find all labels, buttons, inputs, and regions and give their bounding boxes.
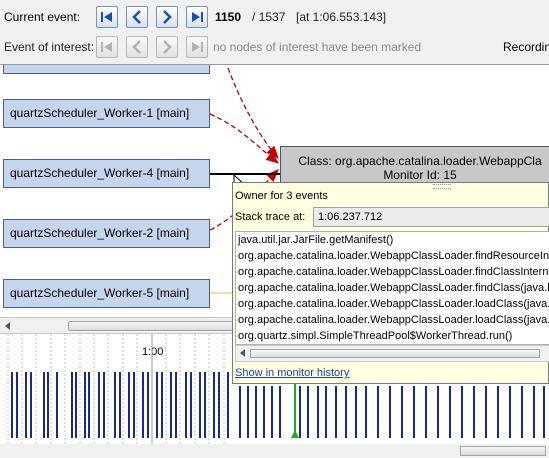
event-timestamp: [at 1:06.553.143] [296, 10, 387, 24]
stack-scroll-thumb[interactable] [250, 349, 540, 358]
scroll-left-icon[interactable] [4, 322, 12, 330]
skip-last-icon [192, 12, 203, 22]
next-icon [163, 40, 172, 54]
interest-note: no nodes of interest have been marked [213, 40, 422, 54]
next-interest-button[interactable] [156, 36, 178, 58]
timeline-scroll-thumb[interactable] [460, 446, 546, 456]
previous-icon [132, 10, 141, 24]
first-event-button[interactable] [96, 6, 118, 28]
scroll-left-icon[interactable] [239, 349, 247, 357]
wait-edge-partial [227, 67, 279, 159]
resize-grip[interactable] [433, 184, 451, 189]
stack-frame[interactable]: org.apache.catalina.loader.WebappClassLo… [236, 280, 549, 296]
stack-frame[interactable]: org.quartz.simpl.SimpleThreadPool$Worker… [236, 328, 549, 344]
current-event-index: 1150 [215, 10, 242, 24]
stack-trace-select[interactable]: 1:06.237.712 [313, 207, 549, 227]
next-icon [163, 10, 172, 24]
stack-trace-label: Stack trace at: [235, 211, 306, 223]
skip-last-icon [192, 42, 203, 52]
last-interest-button[interactable] [186, 36, 208, 58]
timeline-horizontal-scrollbar[interactable] [0, 444, 549, 458]
current-event-label: Current event: [4, 10, 81, 24]
previous-interest-button[interactable] [126, 36, 148, 58]
stack-frame[interactable]: java.util.jar.JarFile.getManifest() [236, 232, 549, 248]
wait-edge-worker-1 [209, 113, 280, 164]
owner-tooltip: Owner for 3 events Stack trace at: 1:06.… [232, 182, 549, 384]
last-event-button[interactable] [186, 6, 208, 28]
first-interest-button[interactable] [96, 36, 118, 58]
stack-frame[interactable]: org.apache.catalina.loader.WebappClassLo… [236, 296, 549, 312]
show-in-monitor-history-link[interactable]: Show in monitor history [235, 367, 349, 379]
next-event-button[interactable] [156, 6, 178, 28]
skip-first-icon [101, 12, 112, 22]
stack-frames-list[interactable]: java.util.jar.JarFile.getManifest() org.… [235, 231, 549, 345]
stack-frames-scrollbar[interactable] [235, 345, 549, 362]
owner-text: Owner for 3 events [235, 190, 328, 202]
event-toolbar: Current event: 1150 / 1537 [at 1:06.553.… [0, 0, 549, 64]
skip-first-icon [101, 42, 112, 52]
current-event-marker [291, 382, 299, 438]
event-of-interest-label: Event of interest: [4, 40, 95, 54]
previous-icon [132, 40, 141, 54]
previous-event-button[interactable] [126, 6, 148, 28]
event-total: / 1537 [252, 10, 286, 24]
stack-frame[interactable]: org.apache.catalina.loader.WebappClassLo… [236, 264, 549, 280]
recording-label: Recording [503, 40, 549, 54]
stack-frame[interactable]: org.apache.catalina.loader.WebappClassLo… [236, 312, 549, 328]
stack-frame[interactable]: org.apache.catalina.loader.WebappClassLo… [236, 248, 549, 264]
